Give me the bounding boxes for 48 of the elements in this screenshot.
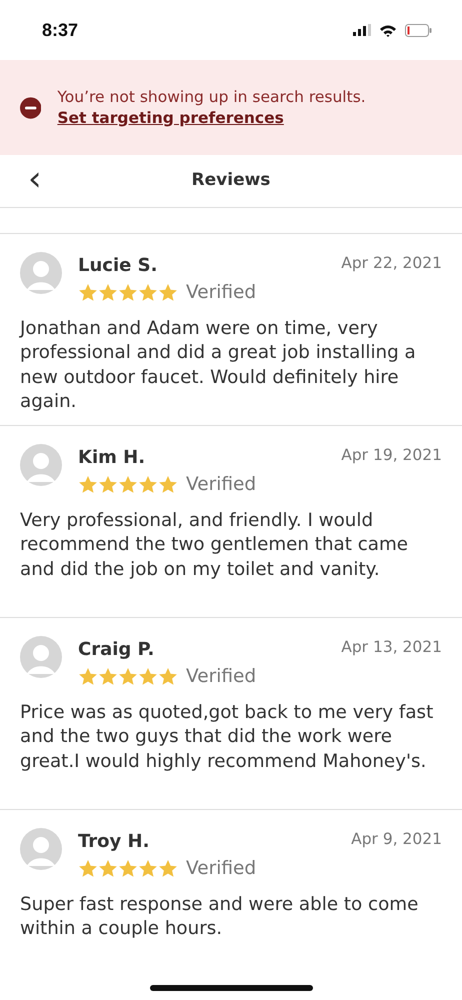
- review-date: Apr 19, 2021: [341, 445, 442, 466]
- avatar-icon: [20, 444, 62, 486]
- review-text: Super fast response and were able to come within a couple hours.: [20, 892, 420, 942]
- star-icon: [98, 666, 118, 687]
- verified-label: Verified: [186, 857, 256, 881]
- star-icon: [138, 666, 158, 687]
- avatar-icon: [20, 252, 62, 294]
- verified-label: Verified: [186, 281, 256, 305]
- battery-icon: [405, 24, 432, 36]
- reviewer-name: Lucie S.: [78, 254, 158, 278]
- star-icon: [158, 474, 178, 495]
- star-icon: [138, 282, 158, 303]
- page-title: Reviews: [192, 169, 270, 192]
- wifi-icon: [379, 24, 397, 36]
- star-icon: [158, 282, 178, 303]
- signal-icon: [353, 24, 371, 36]
- review-date: Apr 13, 2021: [341, 637, 442, 658]
- verified-label: Verified: [186, 473, 256, 497]
- review-date: Apr 22, 2021: [341, 253, 442, 274]
- star-icon: [118, 858, 138, 879]
- star-icon: [98, 858, 118, 879]
- star-icon: [118, 474, 138, 495]
- star-icon: [118, 282, 138, 303]
- star-icon: [78, 474, 98, 495]
- review-text: Very professional, and friendly. I would recommend the two gentlemen that came and did the job on my toilet and vanity.: [20, 508, 410, 582]
- targeting-link[interactable]: Set targeting preferences: [57, 108, 284, 126]
- star-icon: [138, 858, 158, 879]
- banner-message: You’re not showing up in search results. Set targeting preferences: [57, 86, 367, 128]
- star-icon: [98, 474, 118, 495]
- reviewer-name: Troy H.: [78, 830, 150, 854]
- avatar-icon: [20, 636, 62, 678]
- review-text: Jonathan and Adam were on time, very professional and did a great job installing a new outdoor faucet. Would definitely hire again.: [20, 316, 417, 414]
- star-icon: [118, 666, 138, 687]
- star-icon: [158, 858, 178, 879]
- back-button[interactable]: ‹: [22, 159, 48, 199]
- verified-label: Verified: [186, 665, 256, 689]
- star-icon: [78, 858, 98, 879]
- review-date: Apr 9, 2021: [351, 829, 442, 850]
- star-icon: [98, 282, 118, 303]
- review-text: Price was as quoted,got back to me very fast and the two guys that did the work were great.I would highly recommend Mahoney's.: [20, 700, 434, 774]
- star-icon: [158, 666, 178, 687]
- status-time: 8:37: [42, 18, 78, 42]
- reviewer-name: Kim H.: [78, 446, 146, 470]
- star-icon: [78, 282, 98, 303]
- avatar-icon: [20, 828, 62, 870]
- star-icon: [78, 666, 98, 687]
- star-icon: [138, 474, 158, 495]
- reviewer-name: Craig P.: [78, 638, 156, 662]
